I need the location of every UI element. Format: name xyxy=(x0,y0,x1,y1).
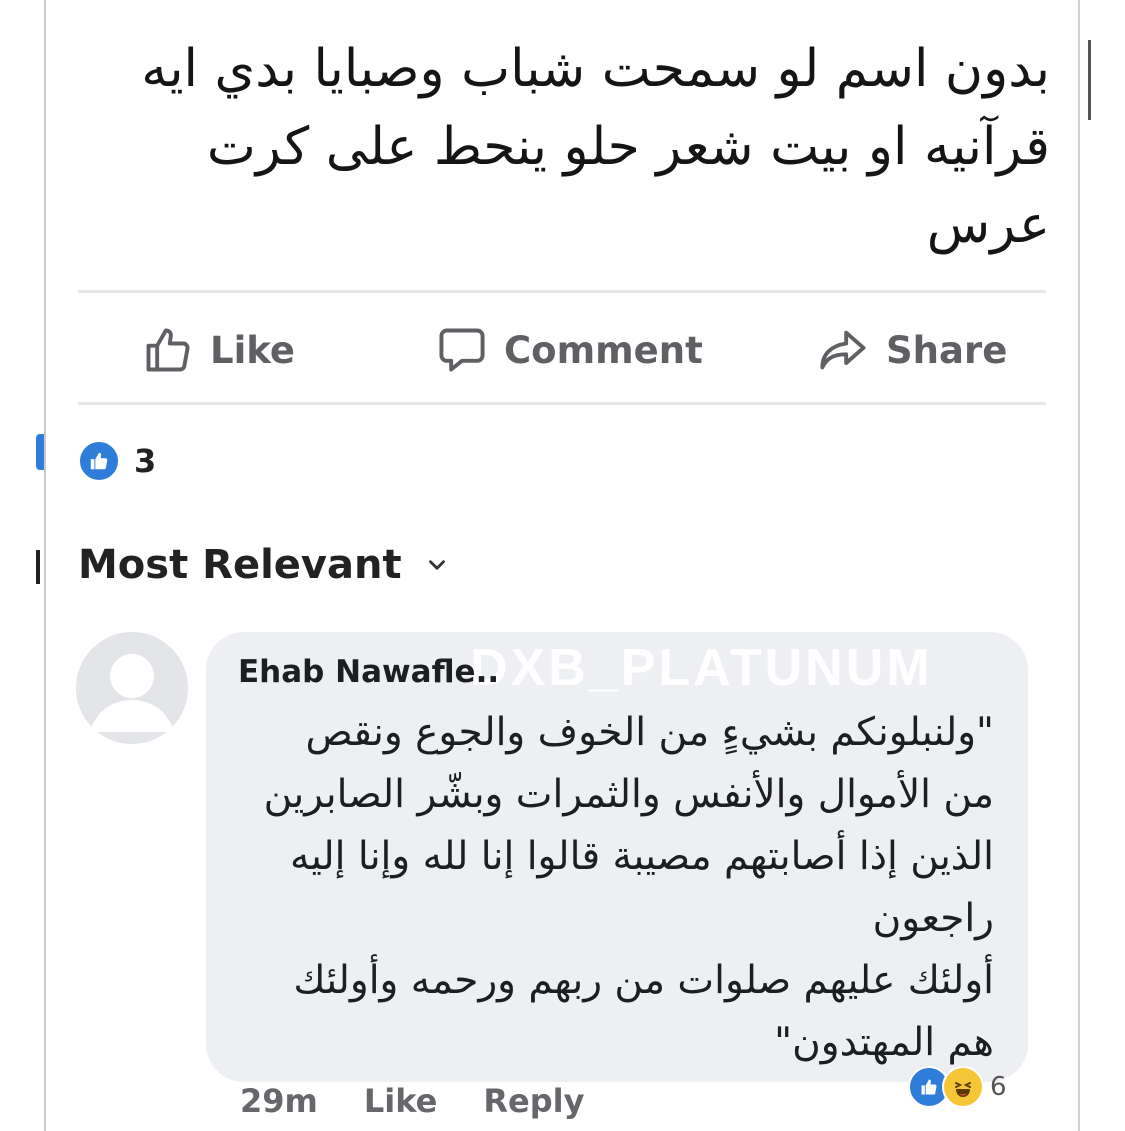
commenter-name[interactable]: Ehab Nawafle.. xyxy=(238,654,499,690)
avatar[interactable] xyxy=(76,632,188,744)
default-avatar-icon xyxy=(76,632,188,744)
reaction-count: 3 xyxy=(134,442,157,480)
share-label: Share xyxy=(886,328,1008,372)
comment-bubble: DXB_PLATUNUM Ehab Nawafle.. "ولنبلونكم ب… xyxy=(206,632,1028,1082)
comment-label: Comment xyxy=(504,328,703,372)
post-text: بدون اسم لو سمحت شباب وصبايا بدي ايه قرآ… xyxy=(141,39,1050,255)
frame-left-edge xyxy=(44,0,46,1131)
chevron-down-icon xyxy=(428,560,445,570)
comment-like-button[interactable]: Like xyxy=(364,1082,437,1120)
divider-top xyxy=(78,290,1046,293)
comment-time[interactable]: 29m xyxy=(240,1082,318,1120)
background-reaction-fragment xyxy=(36,434,44,470)
comment-bubble-icon xyxy=(439,328,485,372)
thumbs-up-icon xyxy=(146,328,190,372)
divider-bottom xyxy=(78,402,1046,405)
comment-sort-dropdown[interactable]: Most Relevant xyxy=(78,542,450,588)
like-button[interactable]: Like xyxy=(142,306,295,394)
comment-text: "ولنبلونكم بشيءٍ من الخوف والجوع ونقص من… xyxy=(263,710,994,1065)
sort-label: Most Relevant xyxy=(78,542,402,588)
haha-icon xyxy=(942,1066,984,1108)
frame-right-mark xyxy=(1088,40,1091,120)
like-reaction-icon xyxy=(78,440,120,482)
post-reactions[interactable]: 3 xyxy=(78,440,156,482)
watermark: DXB_PLATUNUM xyxy=(470,639,933,697)
frame-right-edge xyxy=(1078,0,1080,1131)
post-actions-bar: Like Comment Share xyxy=(78,306,1046,394)
comment-meta: 29m Like Reply xyxy=(240,1082,584,1120)
comment-reply-button[interactable]: Reply xyxy=(483,1082,584,1120)
like-label: Like xyxy=(210,328,295,372)
comment-reaction-count: 6 xyxy=(990,1072,1007,1102)
background-text-fragment xyxy=(36,550,40,584)
share-button[interactable]: Share xyxy=(818,306,1007,394)
comment-button[interactable]: Comment xyxy=(436,306,703,394)
share-arrow-icon xyxy=(820,330,866,370)
comment-reactions[interactable]: 6 xyxy=(908,1066,1007,1108)
